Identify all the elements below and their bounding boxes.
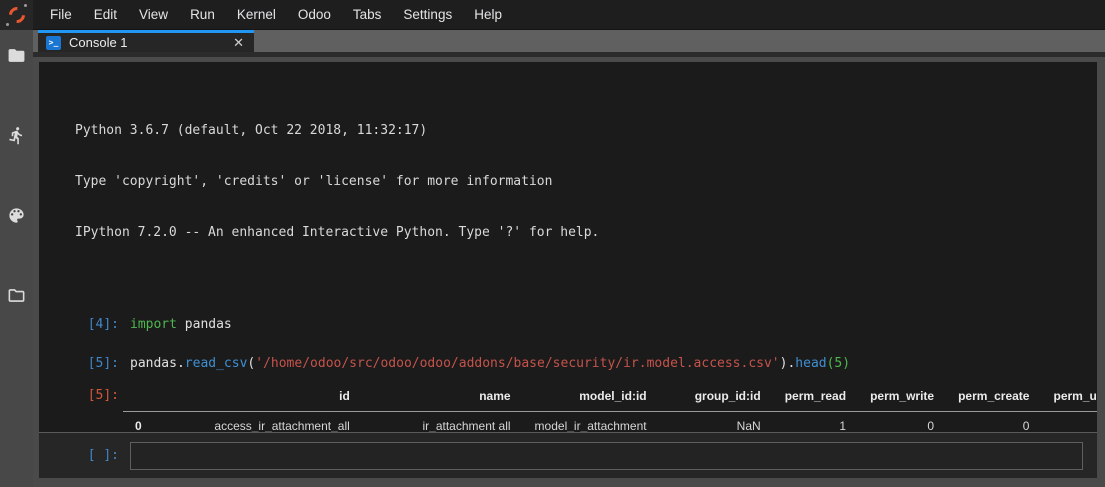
console-panel: Python 3.6.7 (default, Oct 22 2018, 11:3…	[39, 62, 1097, 478]
code-line: import pandas	[119, 316, 232, 333]
menu-item-tabs[interactable]: Tabs	[342, 0, 393, 29]
console-input-row: [ ]:	[39, 432, 1097, 478]
df-header-cell: id	[154, 382, 362, 412]
output-cell: [5]: idnamemodel_id:idgroup_id:idperm_re…	[39, 387, 1097, 432]
df-cell: NaN	[659, 412, 773, 433]
app-logo	[0, 0, 33, 30]
code-cell: [5]: pandas.read_csv('/home/odoo/src/odo…	[39, 355, 1097, 372]
activity-sidebar	[0, 30, 33, 487]
code-token-plain: pandas.	[130, 356, 185, 371]
logo-dot	[24, 4, 27, 7]
code-line: pandas.read_csv('/home/odoo/src/odoo/odo…	[119, 355, 850, 372]
top-menu-bar: FileEditViewRunKernelOdooTabsSettingsHel…	[0, 0, 1105, 30]
python-banner: Python 3.6.7 (default, Oct 22 2018, 11:3…	[75, 88, 1097, 275]
menu-item-settings[interactable]: Settings	[392, 0, 463, 29]
menu-item-edit[interactable]: Edit	[83, 0, 128, 29]
df-cell: ir_attachment all	[362, 412, 523, 433]
dataframe-table: idnamemodel_id:idgroup_id:idperm_readper…	[123, 382, 1097, 432]
main-dock-area: >_ Console 1 ✕ Python 3.6.7 (default, Oc…	[33, 30, 1105, 487]
banner-line: Python 3.6.7 (default, Oct 22 2018, 11:3…	[75, 122, 1097, 139]
df-index-cell: 0	[123, 412, 154, 433]
df-cell: 1	[773, 412, 858, 433]
tab-label: Console 1	[69, 35, 128, 50]
banner-line: IPython 7.2.0 -- An enhanced Interactive…	[75, 224, 1097, 241]
menu-item-run[interactable]: Run	[179, 0, 226, 29]
tab-close-icon[interactable]: ✕	[233, 36, 244, 49]
console-input[interactable]	[130, 442, 1083, 470]
open-tabs-icon[interactable]	[7, 286, 26, 305]
code-cell: [4]: import pandas	[39, 316, 1097, 333]
menu-item-file[interactable]: File	[39, 0, 83, 29]
code-token-string: '/home/odoo/src/odoo/odoo/addons/base/se…	[255, 356, 779, 371]
banner-line: Type 'copyright', 'credits' or 'license'…	[75, 173, 1097, 190]
odoo-sh-logo-icon	[5, 3, 28, 26]
df-header-cell: perm_write	[858, 382, 946, 412]
code-token-function: read_csv	[185, 356, 248, 371]
df-row: 0access_ir_attachment_allir_attachment a…	[123, 412, 1097, 433]
tab-console-1[interactable]: >_ Console 1 ✕	[38, 30, 254, 52]
df-cell: 0	[946, 412, 1041, 433]
df-cell: access_ir_attachment_all	[154, 412, 362, 433]
console-scroll-area[interactable]: Python 3.6.7 (default, Oct 22 2018, 11:3…	[39, 62, 1097, 432]
df-cell: 0	[858, 412, 946, 433]
code-token-plain: pandas	[177, 317, 232, 332]
file-browser-icon[interactable]	[7, 46, 26, 65]
output-prompt: [5]:	[39, 387, 119, 432]
tab-bar: >_ Console 1 ✕	[33, 30, 1105, 57]
dataframe-output: idnamemodel_id:idgroup_id:idperm_readper…	[119, 382, 1097, 432]
running-sessions-icon[interactable]	[7, 126, 26, 145]
df-cell: model_ir_attachment	[523, 412, 659, 433]
df-header-cell: perm_create	[946, 382, 1041, 412]
df-header-cell: perm_unlink	[1041, 382, 1097, 412]
input-prompt: [5]:	[39, 355, 119, 372]
menu-item-help[interactable]: Help	[463, 0, 513, 29]
code-token-keyword: import	[130, 317, 177, 332]
df-header-cell: model_id:id	[523, 382, 659, 412]
df-cell: 0	[1041, 412, 1097, 433]
code-token-number: (5)	[827, 356, 850, 371]
menu-item-kernel[interactable]: Kernel	[226, 0, 287, 29]
menubar: FileEditViewRunKernelOdooTabsSettingsHel…	[39, 0, 513, 29]
input-prompt: [4]:	[39, 316, 119, 333]
command-palette-icon[interactable]	[7, 206, 26, 225]
df-header-cell: perm_read	[773, 382, 858, 412]
logo-dot	[6, 23, 9, 26]
df-header-cell: name	[362, 382, 523, 412]
df-header-cell: group_id:id	[659, 382, 773, 412]
df-header-cell	[123, 382, 154, 412]
console-terminal-icon: >_	[46, 36, 61, 50]
code-token-plain: ).	[780, 356, 796, 371]
code-token-function: head	[795, 356, 826, 371]
empty-input-prompt: [ ]:	[39, 448, 119, 463]
menu-item-odoo[interactable]: Odoo	[287, 0, 342, 29]
menu-item-view[interactable]: View	[128, 0, 179, 29]
